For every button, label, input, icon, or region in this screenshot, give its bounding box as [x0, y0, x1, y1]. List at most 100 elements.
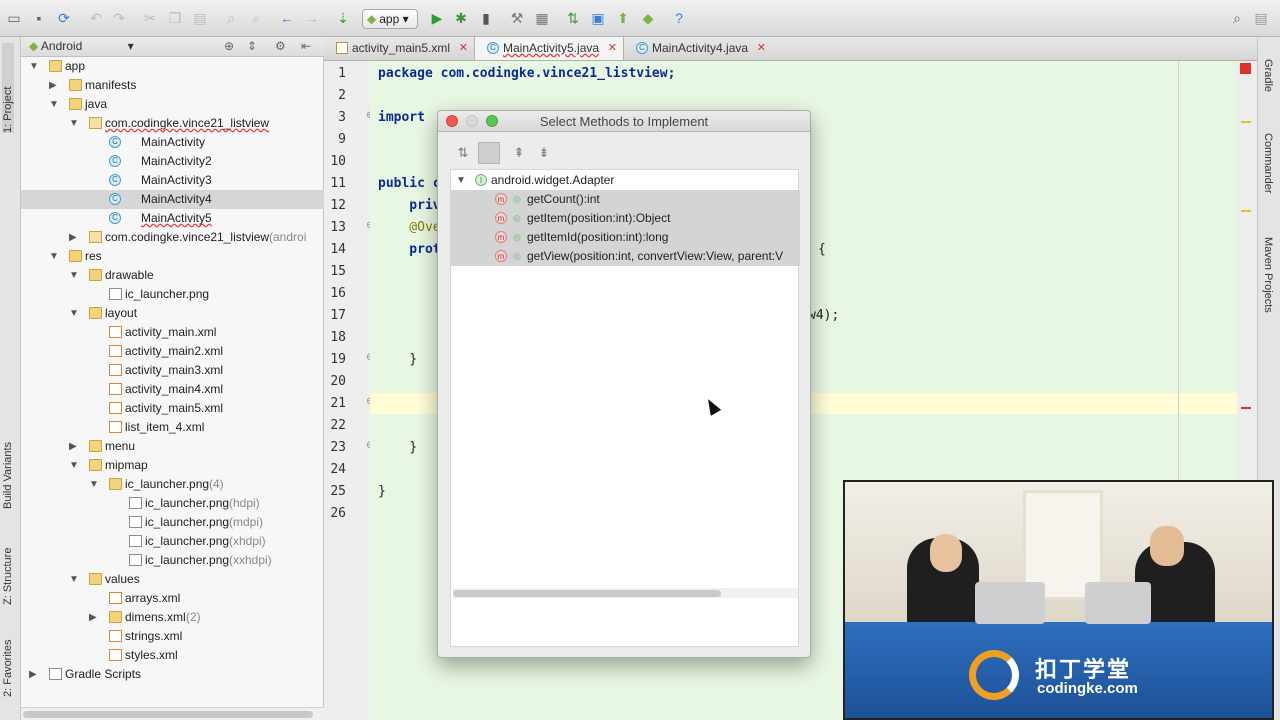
- tree-item[interactable]: C MainActivity5: [21, 209, 324, 228]
- tree-item[interactable]: ▼ com.codingke.vince21_listview: [21, 114, 324, 133]
- tree-item[interactable]: activity_main4.xml: [21, 380, 324, 399]
- close-window-button[interactable]: [446, 115, 458, 127]
- copy-icon[interactable]: ❐: [166, 9, 184, 27]
- editor-tab[interactable]: C MainActivity5.java ✕: [474, 37, 624, 60]
- replace-icon[interactable]: ⌕: [247, 9, 265, 27]
- scrollbar-thumb[interactable]: [23, 711, 313, 718]
- tree-item[interactable]: ▼ ic_launcher.png (4): [21, 475, 324, 494]
- interface-node[interactable]: ▼ I android.widget.Adapter: [451, 171, 800, 190]
- project-view-mode-select[interactable]: ◆ Android ▾: [29, 39, 134, 53]
- collapse-arrow-icon[interactable]: ▼: [29, 57, 39, 76]
- close-tab-icon[interactable]: ✕: [757, 37, 766, 60]
- collapse-tree-icon[interactable]: ⇕: [247, 39, 257, 53]
- tree-item[interactable]: ▶ menu: [21, 437, 324, 456]
- project-tree-scrollbar[interactable]: [21, 707, 324, 720]
- tree-item[interactable]: activity_main5.xml: [21, 399, 324, 418]
- tree-item[interactable]: arrays.xml: [21, 589, 324, 608]
- tree-item[interactable]: C MainActivity3: [21, 171, 324, 190]
- run-icon[interactable]: ▶: [428, 9, 446, 27]
- tree-item[interactable]: ▼ java: [21, 95, 324, 114]
- warning-marker[interactable]: [1241, 121, 1251, 123]
- tree-item[interactable]: list_item_4.xml: [21, 418, 324, 437]
- run-configuration-select[interactable]: ◆ app ▾: [362, 9, 418, 29]
- collapse-arrow-icon[interactable]: ▼: [49, 95, 59, 114]
- help-icon[interactable]: ?: [670, 9, 688, 27]
- android-monitor-icon[interactable]: ◆: [639, 9, 657, 27]
- collapse-arrow-icon[interactable]: ▼: [69, 304, 79, 323]
- expand-arrow-icon[interactable]: ▶: [49, 76, 57, 95]
- avd-icon[interactable]: ▣: [589, 9, 607, 27]
- tree-item[interactable]: ▼ mipmap: [21, 456, 324, 475]
- tree-item[interactable]: activity_main2.xml: [21, 342, 324, 361]
- methods-list-scrollbar[interactable]: [453, 588, 798, 598]
- error-marker[interactable]: [1241, 407, 1251, 409]
- method-row[interactable]: m ◎ getCount():int: [451, 190, 800, 209]
- collapse-all-icon[interactable]: ⇟: [533, 142, 555, 164]
- cut-icon[interactable]: ✂: [141, 9, 159, 27]
- build-variants-tool-button[interactable]: Build Variants: [2, 409, 14, 509]
- collapse-arrow-icon[interactable]: ▼: [69, 456, 79, 475]
- tree-item[interactable]: ▶ manifests: [21, 76, 324, 95]
- find-icon[interactable]: ⌕: [222, 9, 240, 27]
- tree-item[interactable]: ic_launcher.png (xhdpi): [21, 532, 324, 551]
- hide-panel-icon[interactable]: ⇤: [301, 39, 311, 53]
- redo-icon[interactable]: ↷: [110, 9, 128, 27]
- open-icon[interactable]: ▭: [5, 9, 23, 27]
- expand-arrow-icon[interactable]: ▶: [89, 608, 97, 627]
- minimize-window-button[interactable]: [466, 115, 478, 127]
- tree-item[interactable]: C MainActivity: [21, 133, 324, 152]
- tree-item[interactable]: ▼ layout: [21, 304, 324, 323]
- close-tab-icon[interactable]: ✕: [459, 37, 468, 60]
- dialog-title-bar[interactable]: Select Methods to Implement: [438, 111, 810, 132]
- tree-item[interactable]: strings.xml: [21, 627, 324, 646]
- tree-item[interactable]: ic_launcher.png (hdpi): [21, 494, 324, 513]
- editor-tab[interactable]: C MainActivity4.java ✕: [624, 37, 772, 60]
- scope-icon[interactable]: ⊕: [224, 39, 234, 53]
- back-icon[interactable]: ←: [278, 9, 296, 27]
- expand-arrow-icon[interactable]: ▼: [456, 171, 466, 190]
- attach-icon[interactable]: ▮: [477, 9, 495, 27]
- debug-icon[interactable]: ✱: [452, 9, 470, 27]
- device-icon[interactable]: ⬆: [614, 9, 632, 27]
- zoom-window-button[interactable]: [486, 115, 498, 127]
- tree-item[interactable]: ▶ com.codingke.vince21_listview (androi: [21, 228, 324, 247]
- editor-tab[interactable]: activity_main5.xml ✕: [324, 37, 474, 60]
- tree-item[interactable]: ▼ values: [21, 570, 324, 589]
- collapse-arrow-icon[interactable]: ▼: [69, 570, 79, 589]
- tree-item[interactable]: ▶ Gradle Scripts: [21, 665, 324, 684]
- tree-item[interactable]: C MainActivity4: [21, 190, 324, 209]
- collapse-arrow-icon[interactable]: ▼: [49, 247, 59, 266]
- error-indicator-icon[interactable]: [1240, 63, 1251, 74]
- expand-all-icon[interactable]: ⇞: [508, 142, 530, 164]
- tree-item[interactable]: styles.xml: [21, 646, 324, 665]
- tree-item[interactable]: activity_main.xml: [21, 323, 324, 342]
- expand-arrow-icon[interactable]: ▶: [69, 228, 77, 247]
- tree-item[interactable]: ▼ app: [21, 57, 324, 76]
- tree-item[interactable]: ▼ res: [21, 247, 324, 266]
- save-icon[interactable]: ▪: [30, 9, 48, 27]
- collapse-arrow-icon[interactable]: ▼: [69, 266, 79, 285]
- method-row[interactable]: m ◎ getItemId(position:int):long: [451, 228, 800, 247]
- tree-item[interactable]: ▼ drawable: [21, 266, 324, 285]
- group-icon[interactable]: [478, 142, 500, 164]
- method-row[interactable]: m ◎ getView(position:int, convertView:View…: [451, 247, 800, 266]
- gradle-sync-icon[interactable]: ⇅: [564, 9, 582, 27]
- warning-marker[interactable]: [1241, 210, 1251, 212]
- undo-icon[interactable]: ↶: [87, 9, 105, 27]
- search-icon[interactable]: ⌕: [1228, 9, 1246, 27]
- tree-item[interactable]: ▶ dimens.xml (2): [21, 608, 324, 627]
- tree-item[interactable]: ic_launcher.png: [21, 285, 324, 304]
- favorites-tool-button[interactable]: 2: Favorites: [2, 627, 14, 697]
- scrollbar-thumb[interactable]: [453, 590, 721, 597]
- paste-icon[interactable]: ▤: [191, 9, 209, 27]
- project-tool-button[interactable]: 1: Project: [2, 43, 14, 133]
- collapse-arrow-icon[interactable]: ▼: [69, 114, 79, 133]
- method-row[interactable]: m ◎ getItem(position:int):Object: [451, 209, 800, 228]
- gradle-tool-button[interactable]: Gradle: [1262, 59, 1274, 92]
- sync-icon[interactable]: ⟳: [55, 9, 73, 27]
- tree-item[interactable]: activity_main3.xml: [21, 361, 324, 380]
- gear-icon[interactable]: ⚙: [275, 39, 286, 53]
- tree-item[interactable]: ic_launcher.png (xxhdpi): [21, 551, 324, 570]
- sort-icon[interactable]: ⇅: [452, 142, 474, 164]
- structure-icon[interactable]: ⚒: [508, 9, 526, 27]
